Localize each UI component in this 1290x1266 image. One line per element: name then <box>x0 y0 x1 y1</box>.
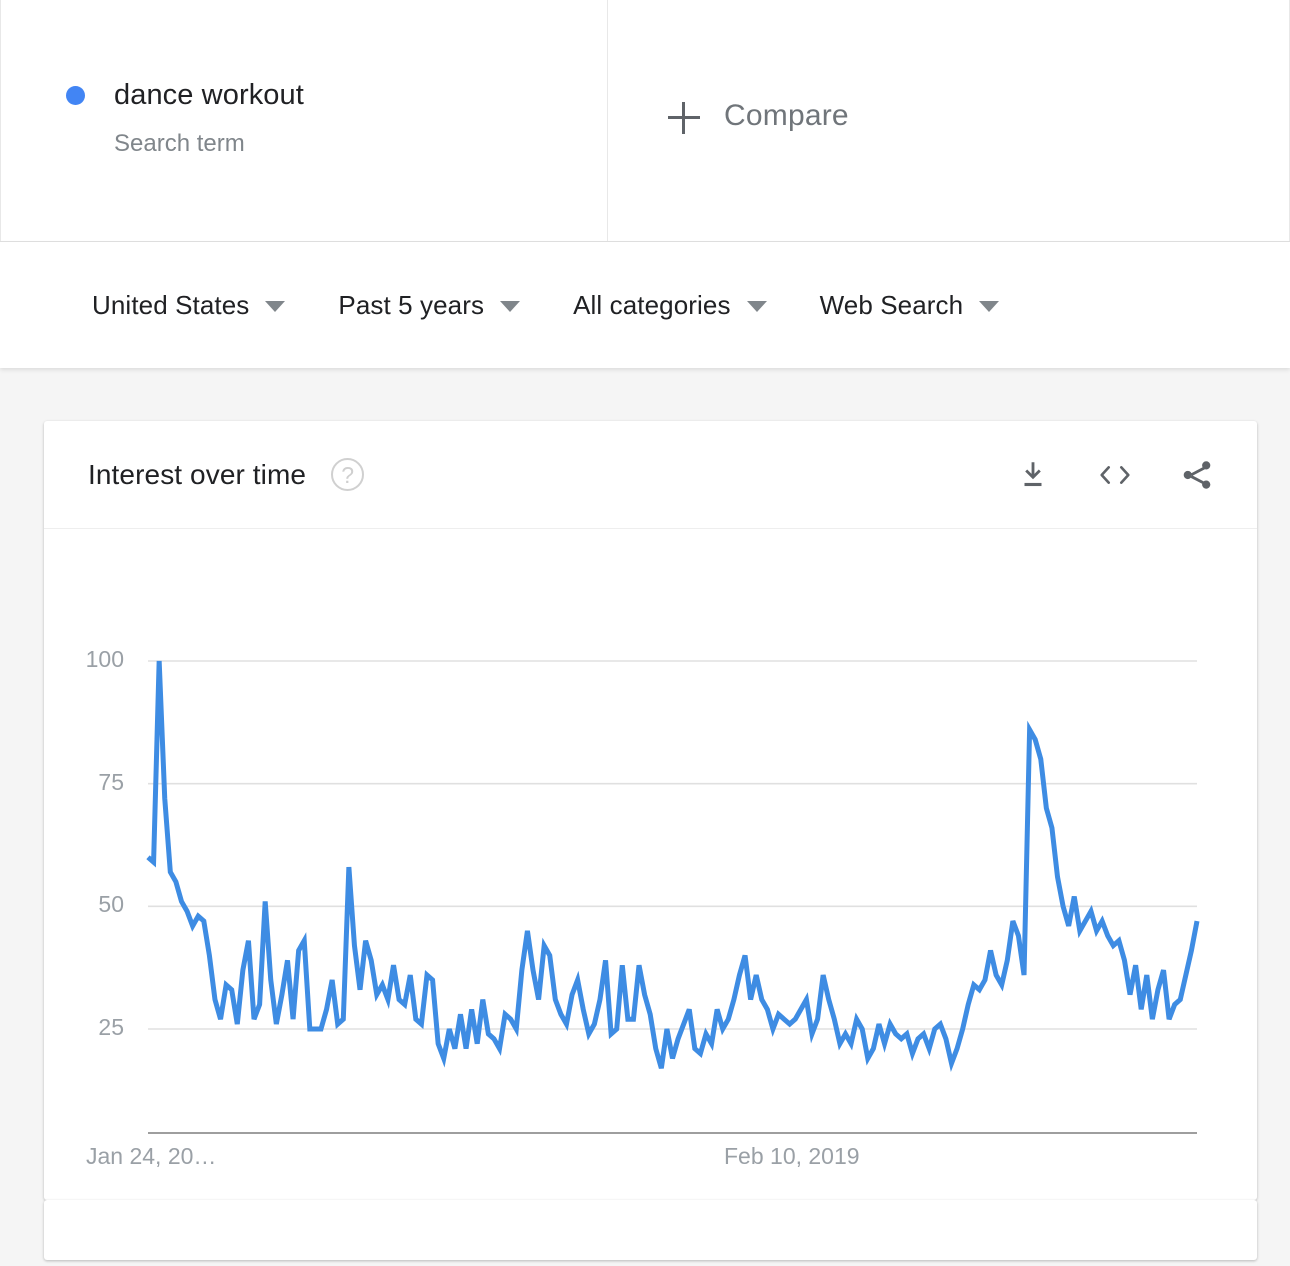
series-color-dot <box>66 86 85 105</box>
card-title: Interest over time <box>88 458 307 490</box>
chart-plot-area[interactable]: 100 75 50 25 Jan 24, 20… Feb 10, 2019 <box>44 529 1257 1199</box>
next-card-partial <box>44 1200 1257 1260</box>
chevron-down-icon <box>746 301 767 312</box>
x-axis-tick-1: Feb 10, 2019 <box>724 1143 860 1169</box>
help-icon[interactable]: ? <box>331 458 365 491</box>
chevron-down-icon <box>500 301 521 312</box>
search-term-bar: dance workout Search term Compare <box>0 0 1290 242</box>
add-compare-button[interactable]: Compare <box>607 0 1290 242</box>
filter-location[interactable]: United States <box>92 289 286 321</box>
plus-icon <box>668 102 700 134</box>
embed-code-icon[interactable] <box>1095 455 1135 495</box>
chevron-down-icon <box>979 301 1000 312</box>
filter-search-type-label: Web Search <box>819 289 964 320</box>
share-icon[interactable] <box>1177 455 1217 495</box>
card-actions <box>1013 455 1217 495</box>
filter-bar: United States Past 5 years All categorie… <box>0 242 1290 368</box>
search-term-name: dance workout <box>114 79 304 111</box>
chevron-down-icon <box>265 301 286 312</box>
filter-search-type[interactable]: Web Search <box>820 290 1000 321</box>
filter-time-range-label: Past 5 years <box>338 289 485 320</box>
y-axis-tick-100: 100 <box>85 646 124 672</box>
y-axis-tick-50: 50 <box>98 891 124 918</box>
download-icon[interactable] <box>1013 455 1053 495</box>
filter-time-range[interactable]: Past 5 years <box>338 289 521 321</box>
search-term-type: Search term <box>114 130 245 157</box>
search-term-card[interactable]: dance workout Search term <box>0 0 607 242</box>
filter-category-label: All categories <box>573 289 731 320</box>
x-axis-tick-0: Jan 24, 20… <box>86 1143 217 1169</box>
y-axis-tick-75: 75 <box>98 768 124 795</box>
card-header: Interest over time ? <box>44 421 1257 529</box>
filter-category[interactable]: All categories <box>573 289 767 321</box>
page-body: Interest over time ? 100 75 50 25 Jan 24… <box>0 368 1290 1266</box>
interest-over-time-card: Interest over time ? 100 75 50 25 Jan 24… <box>44 421 1257 1200</box>
y-axis-tick-25: 25 <box>98 1014 124 1040</box>
interest-over-time-line-chart[interactable] <box>44 529 1257 1199</box>
series-dance-workout <box>146 660 1200 1072</box>
filter-location-label: United States <box>92 289 250 320</box>
compare-label: Compare <box>724 99 849 132</box>
